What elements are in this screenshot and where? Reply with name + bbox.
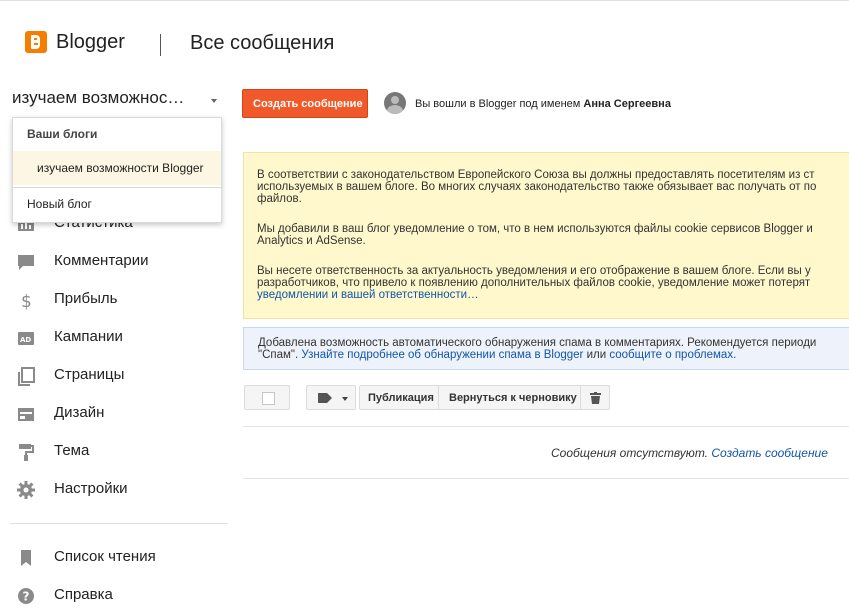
svg-text:$: $ xyxy=(21,292,32,310)
spam-learn-more-link[interactable]: Узнайте подробнее об обнаружении спама в… xyxy=(301,349,583,361)
dropdown-blog-item[interactable]: изучаем возможности Blogger xyxy=(13,151,221,185)
help-icon: ? xyxy=(18,588,34,604)
create-post-label: Создать сообщение xyxy=(253,98,363,110)
pages-icon xyxy=(18,367,35,386)
blog-selector[interactable]: изучаем возможнос… xyxy=(12,86,217,116)
sidebar-item-help[interactable]: ? Справка xyxy=(16,584,226,608)
bookmark-icon xyxy=(21,550,31,566)
blogger-logo-icon[interactable] xyxy=(25,31,47,53)
publish-button[interactable]: Публикация xyxy=(359,385,439,410)
signed-in-prefix: Вы вошли в Blogger под именем xyxy=(415,98,581,110)
spam-notice-line: "Спам". xyxy=(258,349,299,361)
user-name: Анна Сергеевна xyxy=(583,98,671,110)
top-border xyxy=(0,0,849,1)
svg-text:?: ? xyxy=(23,590,30,604)
sidebar-item-label: Тема xyxy=(54,442,90,459)
sidebar-item-comments[interactable]: Комментарии xyxy=(16,250,226,274)
revert-to-draft-button[interactable]: Вернуться к черновику xyxy=(438,385,581,410)
cookie-notice-line: файлов. xyxy=(257,193,302,205)
dropdown-blog-label: изучаем возможности Blogger xyxy=(37,161,204,175)
sidebar-item-campaigns[interactable]: AD Кампании xyxy=(16,326,226,350)
comment-icon xyxy=(18,255,34,270)
cookie-notice-line: Вы несете ответственность за актуальност… xyxy=(257,265,811,277)
sidebar-item-label: Дизайн xyxy=(54,404,105,421)
create-post-button[interactable]: Создать сообщение xyxy=(242,89,368,118)
spam-notice-or: или xyxy=(586,349,607,361)
revert-label: Вернуться к черновику xyxy=(449,392,577,404)
avatar[interactable] xyxy=(384,92,406,114)
page-title: Все сообщения xyxy=(190,32,335,54)
sidebar-item-label: Комментарии xyxy=(54,252,149,269)
report-problem-link[interactable]: сообщите о проблемах. xyxy=(609,349,736,361)
empty-state-text: Сообщения отсутствуют. xyxy=(551,446,709,460)
svg-text:AD: AD xyxy=(20,336,31,344)
sidebar-item-label: Кампании xyxy=(54,328,123,345)
blog-dropdown-menu: Ваши блоги изучаем возможности Blogger Н… xyxy=(12,117,222,223)
tag-icon xyxy=(318,393,332,403)
cookie-notice-line: разработчиков, что привело к появлению д… xyxy=(257,277,811,289)
header-divider xyxy=(160,34,161,56)
trash-icon xyxy=(590,392,601,404)
layout-icon xyxy=(18,408,34,421)
cookie-notice-line: используемых в вашем блоге. Во многих сл… xyxy=(257,181,817,193)
sidebar-item-label: Страницы xyxy=(54,366,125,383)
empty-create-post-link[interactable]: Создать сообщение xyxy=(711,446,828,460)
dropdown-header: Ваши блоги xyxy=(27,127,98,141)
publish-label: Публикация xyxy=(368,392,434,404)
select-all-checkbox[interactable] xyxy=(244,385,290,410)
blog-selector-label: изучаем возможнос… xyxy=(12,88,185,107)
sidebar-item-settings[interactable]: Настройки xyxy=(16,478,226,502)
cookie-learn-more-link[interactable]: уведомлении и вашей ответственности… xyxy=(257,289,479,301)
sidebar-item-theme[interactable]: Тема xyxy=(16,440,226,464)
signed-in-text: Вы вошли в Blogger под именем Анна Серге… xyxy=(415,98,671,110)
cookie-notice-line: уведомлении и вашей ответственности… xyxy=(257,289,849,301)
sidebar-item-label: Настройки xyxy=(54,480,128,497)
sidebar-item-earnings[interactable]: $ Прибыль xyxy=(16,288,226,312)
list-divider xyxy=(243,426,849,427)
list-divider xyxy=(243,478,849,479)
cookie-notice-line: Мы добавили в ваш блог уведомление о том… xyxy=(257,223,813,235)
chevron-down-icon xyxy=(342,397,348,401)
cookie-notice-line: Analytics и AdSense. xyxy=(257,235,366,247)
dollar-icon: $ xyxy=(21,292,32,310)
brand-name[interactable]: Blogger xyxy=(56,31,125,54)
dropdown-divider xyxy=(13,187,221,188)
gear-icon xyxy=(17,481,35,499)
delete-button[interactable] xyxy=(580,385,610,410)
cookie-notice: В соответствии с законодательством Европ… xyxy=(243,152,849,319)
labels-dropdown-button[interactable] xyxy=(306,385,356,410)
ad-icon: AD xyxy=(18,332,34,345)
sidebar-divider xyxy=(10,523,228,524)
sidebar-item-label: Справка xyxy=(54,586,113,603)
paint-roller-icon xyxy=(19,444,34,461)
sidebar-item-label: Прибыль xyxy=(54,290,118,307)
sidebar-item-reading-list[interactable]: Список чтения xyxy=(16,546,226,570)
chevron-down-icon xyxy=(211,99,217,103)
spam-notice-line: Добавлена возможность автоматического об… xyxy=(258,337,817,349)
spam-notice: Добавлена возможность автоматического об… xyxy=(243,327,849,370)
spam-notice-text: Добавлена возможность автоматического об… xyxy=(258,337,849,361)
new-blog-link[interactable]: Новый блог xyxy=(27,197,92,211)
cookie-notice-line: В соответствии с законодательством Европ… xyxy=(257,169,815,181)
sidebar-item-layout[interactable]: Дизайн xyxy=(16,402,226,426)
sidebar-item-pages[interactable]: Страницы xyxy=(16,364,226,388)
empty-state: Сообщения отсутствуют. Создать сообщение xyxy=(551,446,828,460)
sidebar-item-label: Список чтения xyxy=(54,548,156,565)
